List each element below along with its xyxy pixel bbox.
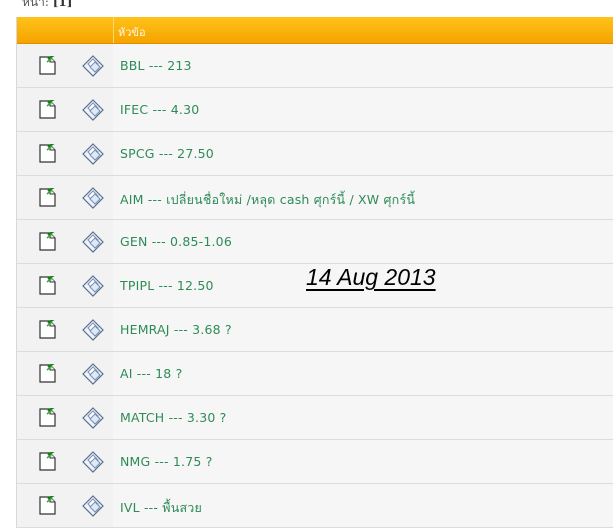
topic-document-icon (39, 406, 57, 427)
topic-subject-link[interactable]: IFEC --- 4.30 (120, 102, 199, 117)
header-title-subject: หัวข้อ (118, 26, 146, 39)
pagination: หน้า: [1] (22, 0, 72, 12)
topic-document-icon (39, 54, 57, 75)
topic-document-icon (39, 142, 57, 163)
topic-document-icon (39, 274, 57, 295)
message-diamond-icon (82, 407, 104, 429)
topic-row: SPCG --- 27.50 (17, 132, 613, 176)
topic-subject-link[interactable]: AI --- 18 ? (120, 366, 182, 381)
topic-list-header: หัวข้อ (17, 17, 613, 44)
topic-subject-link[interactable]: AIM --- เปลี่ยนชื่อใหม่ /หลุด cash ศุกร์… (120, 190, 415, 210)
topic-row: BBL --- 213 (17, 44, 613, 88)
message-diamond-icon (82, 231, 104, 253)
message-diamond-icon (82, 187, 104, 209)
topic-row: AIM --- เปลี่ยนชื่อใหม่ /หลุด cash ศุกร์… (17, 176, 613, 220)
topic-subject-link[interactable]: TPIPL --- 12.50 (120, 278, 214, 293)
topic-row: MATCH --- 3.30 ? (17, 396, 613, 440)
subject-cell (113, 352, 613, 395)
topic-subject-link[interactable]: NMG --- 1.75 ? (120, 454, 213, 469)
topic-subject-link[interactable]: HEMRAJ --- 3.68 ? (120, 322, 232, 337)
topic-row: AI --- 18 ? (17, 352, 613, 396)
message-diamond-icon (82, 55, 104, 77)
topic-document-icon (39, 186, 57, 207)
topic-document-icon (39, 318, 57, 339)
topic-subject-link[interactable]: GEN --- 0.85-1.06 (120, 234, 232, 249)
header-divider (113, 17, 114, 43)
pagination-label: หน้า: (22, 0, 49, 9)
message-diamond-icon (82, 451, 104, 473)
message-diamond-icon (82, 143, 104, 165)
message-diamond-icon (82, 275, 104, 297)
topic-document-icon (39, 230, 57, 251)
current-page[interactable]: [1] (53, 0, 73, 9)
topic-row: IVL --- พื้นสวย (17, 484, 613, 528)
topic-document-icon (39, 450, 57, 471)
date-annotation: 14 Aug 2013 (306, 264, 436, 290)
topic-row: HEMRAJ --- 3.68 ? (17, 308, 613, 352)
topic-row: GEN --- 0.85-1.06 (17, 220, 613, 264)
message-diamond-icon (82, 363, 104, 385)
topic-subject-link[interactable]: SPCG --- 27.50 (120, 146, 214, 161)
topic-subject-link[interactable]: MATCH --- 3.30 ? (120, 410, 227, 425)
topic-subject-link[interactable]: IVL --- พื้นสวย (120, 498, 202, 518)
topic-document-icon (39, 362, 57, 383)
topic-subject-link[interactable]: BBL --- 213 (120, 58, 192, 73)
message-diamond-icon (82, 495, 104, 517)
topic-row: NMG --- 1.75 ? (17, 440, 613, 484)
topic-document-icon (39, 98, 57, 119)
message-diamond-icon (82, 319, 104, 341)
topic-row: IFEC --- 4.30 (17, 88, 613, 132)
topic-document-icon (39, 494, 57, 515)
message-diamond-icon (82, 99, 104, 121)
